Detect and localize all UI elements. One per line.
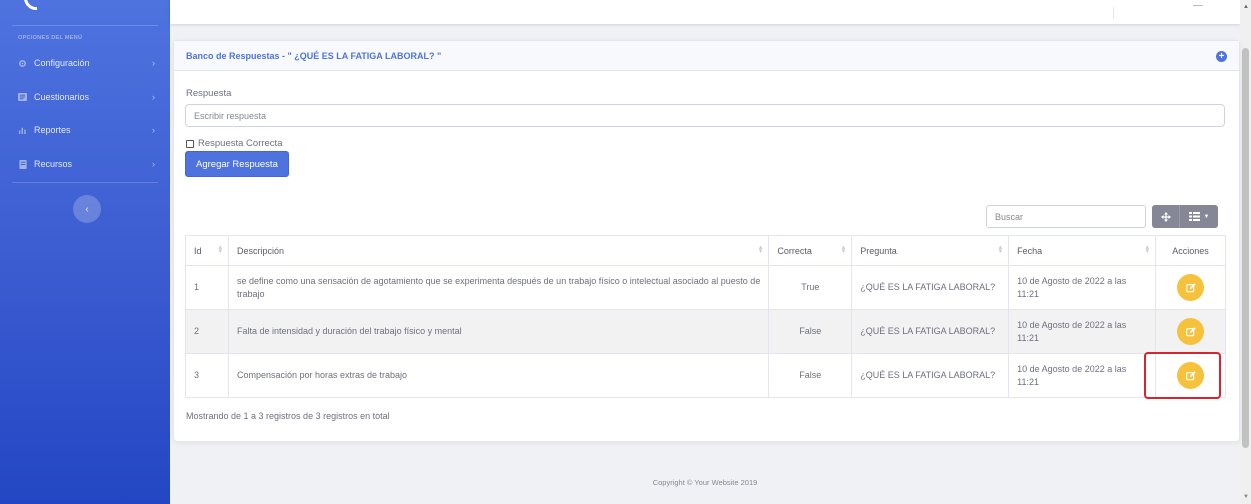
sidebar-toggle-button[interactable]: ‹ bbox=[73, 195, 101, 223]
copyright-text: Copyright © Your Website 2019 bbox=[652, 478, 758, 487]
column-header-acciones: Acciones bbox=[1155, 235, 1226, 266]
add-circle-icon[interactable]: + bbox=[1216, 51, 1227, 62]
sidebar-item-reportes[interactable]: Reportes › bbox=[0, 119, 170, 141]
bar-chart-icon bbox=[18, 126, 27, 135]
brand-logo-icon[interactable] bbox=[19, 0, 53, 15]
cell-fecha: 10 de Agosto de 2022 a las 11:21 bbox=[1008, 309, 1156, 354]
page-scrollbar[interactable]: ▲ ▼ bbox=[1240, 0, 1251, 504]
table-header-row: Id ▴ ▾ Descripción ▴ ▾ Correcta ▴ ▾ Pregunta ▴ ▾… bbox=[185, 235, 1226, 266]
edit-button[interactable] bbox=[1177, 274, 1204, 301]
cell-pregunta: ¿QUÉ ES LA FATIGA LABORAL? bbox=[851, 309, 1010, 354]
cell-correcta: False bbox=[768, 353, 853, 398]
card-title: Banco de Respuestas - " ¿QUÉ ES LA FATIG… bbox=[186, 50, 442, 61]
cell-fecha: 10 de Agosto de 2022 a las 11:21 bbox=[1008, 265, 1156, 310]
table-row: 2 Falta de intensidad y duración del tra… bbox=[185, 309, 1226, 354]
sidebar-divider bbox=[12, 182, 158, 183]
user-menu-icon[interactable] bbox=[1193, 5, 1203, 6]
cell-id: 1 bbox=[185, 265, 229, 310]
table-toolbar: ▼ bbox=[1152, 205, 1218, 228]
column-header-fecha[interactable]: Fecha ▴ ▾ bbox=[1008, 235, 1156, 266]
sidebar-item-label: Recursos bbox=[34, 159, 73, 169]
scroll-up-icon[interactable]: ▲ bbox=[1243, 4, 1249, 10]
cell-pregunta: ¿QUÉ ES LA FATIGA LABORAL? bbox=[851, 265, 1010, 310]
cell-correcta: False bbox=[768, 309, 853, 354]
cell-acciones bbox=[1155, 309, 1226, 354]
topbar bbox=[170, 0, 1240, 24]
scroll-down-icon[interactable]: ▼ bbox=[1243, 494, 1249, 500]
edit-icon bbox=[1185, 326, 1196, 336]
cell-fecha: 10 de Agosto de 2022 a las 11:21 bbox=[1008, 353, 1156, 398]
sort-icon: ▴ ▾ bbox=[998, 244, 1003, 255]
caret-down-icon: ▼ bbox=[1203, 213, 1210, 220]
scrollbar-thumb[interactable] bbox=[1242, 48, 1249, 448]
answer-input[interactable] bbox=[185, 104, 1225, 127]
cell-pregunta: ¿QUÉ ES LA FATIGA LABORAL? bbox=[851, 353, 1010, 398]
sort-icon: ▴ ▾ bbox=[841, 244, 846, 255]
edit-icon bbox=[1185, 370, 1196, 380]
sidebar: OPCIONES DEL MENÚ Configuración › Cuesti… bbox=[0, 0, 170, 504]
column-header-pregunta[interactable]: Pregunta ▴ ▾ bbox=[851, 235, 1010, 266]
cell-acciones bbox=[1155, 353, 1226, 398]
gear-icon bbox=[18, 59, 27, 68]
correct-answer-label: Respuesta Correcta bbox=[198, 138, 283, 149]
chevron-right-icon: › bbox=[152, 159, 155, 169]
move-icon[interactable] bbox=[1152, 205, 1180, 228]
search-input[interactable] bbox=[986, 205, 1146, 228]
sidebar-divider bbox=[12, 25, 158, 26]
cell-descripcion: se define como una sensación de agotamie… bbox=[227, 265, 770, 310]
edit-button[interactable] bbox=[1177, 318, 1204, 345]
table-info: Mostrando de 1 a 3 registros de 3 regist… bbox=[186, 411, 390, 421]
columns-toggle-button[interactable]: ▼ bbox=[1180, 205, 1218, 228]
column-header-descripcion[interactable]: Descripción ▴ ▾ bbox=[227, 235, 770, 266]
cell-correcta: True bbox=[768, 265, 853, 310]
sort-icon: ▴ ▾ bbox=[758, 244, 763, 255]
sidebar-item-label: Configuración bbox=[34, 58, 90, 68]
sort-icon: ▴ ▾ bbox=[1145, 244, 1149, 255]
sidebar-heading: OPCIONES DEL MENÚ bbox=[18, 35, 83, 41]
cell-descripcion: Compensación por horas extras de trabajo bbox=[227, 353, 770, 398]
sidebar-item-recursos[interactable]: Recursos › bbox=[0, 153, 170, 175]
answers-table: Id ▴ ▾ Descripción ▴ ▾ Correcta ▴ ▾ Pregunta ▴ ▾… bbox=[185, 235, 1226, 398]
sidebar-item-label: Cuestionarios bbox=[34, 92, 90, 102]
cell-descripcion: Falta de intensidad y duración del traba… bbox=[227, 309, 770, 354]
correct-answer-checkbox[interactable] bbox=[186, 139, 194, 148]
chevron-right-icon: › bbox=[152, 125, 155, 135]
table-row: 3 Compensación por horas extras de traba… bbox=[185, 353, 1226, 398]
cell-id: 3 bbox=[185, 353, 229, 398]
sort-icon: ▴ ▾ bbox=[218, 244, 222, 255]
chevron-right-icon: › bbox=[152, 92, 155, 102]
cell-id: 2 bbox=[185, 309, 229, 354]
table-row: 1 se define como una sensación de agotam… bbox=[185, 265, 1226, 310]
sidebar-item-cuestionarios[interactable]: Cuestionarios › bbox=[0, 86, 170, 108]
edit-button[interactable] bbox=[1177, 362, 1204, 389]
chevron-right-icon: › bbox=[152, 58, 155, 68]
book-icon bbox=[18, 159, 27, 169]
add-answer-button[interactable]: Agregar Respuesta bbox=[185, 151, 289, 177]
cell-acciones bbox=[1155, 265, 1226, 310]
column-header-correcta[interactable]: Correcta ▴ ▾ bbox=[768, 235, 853, 266]
card-header: Banco de Respuestas - " ¿QUÉ ES LA FATIG… bbox=[174, 41, 1239, 71]
answer-label: Respuesta bbox=[186, 88, 232, 99]
chevron-left-icon: ‹ bbox=[85, 203, 89, 215]
edit-icon bbox=[1185, 282, 1196, 292]
correct-answer-row: Respuesta Correcta bbox=[186, 138, 282, 149]
sidebar-item-configuracion[interactable]: Configuración › bbox=[0, 52, 170, 74]
topbar-divider bbox=[1113, 7, 1114, 19]
sidebar-item-label: Reportes bbox=[34, 125, 71, 135]
grid-icon bbox=[1188, 212, 1200, 221]
list-icon bbox=[18, 93, 27, 102]
column-header-id[interactable]: Id ▴ ▾ bbox=[185, 235, 229, 266]
answers-card: Banco de Respuestas - " ¿QUÉ ES LA FATIG… bbox=[173, 40, 1240, 442]
